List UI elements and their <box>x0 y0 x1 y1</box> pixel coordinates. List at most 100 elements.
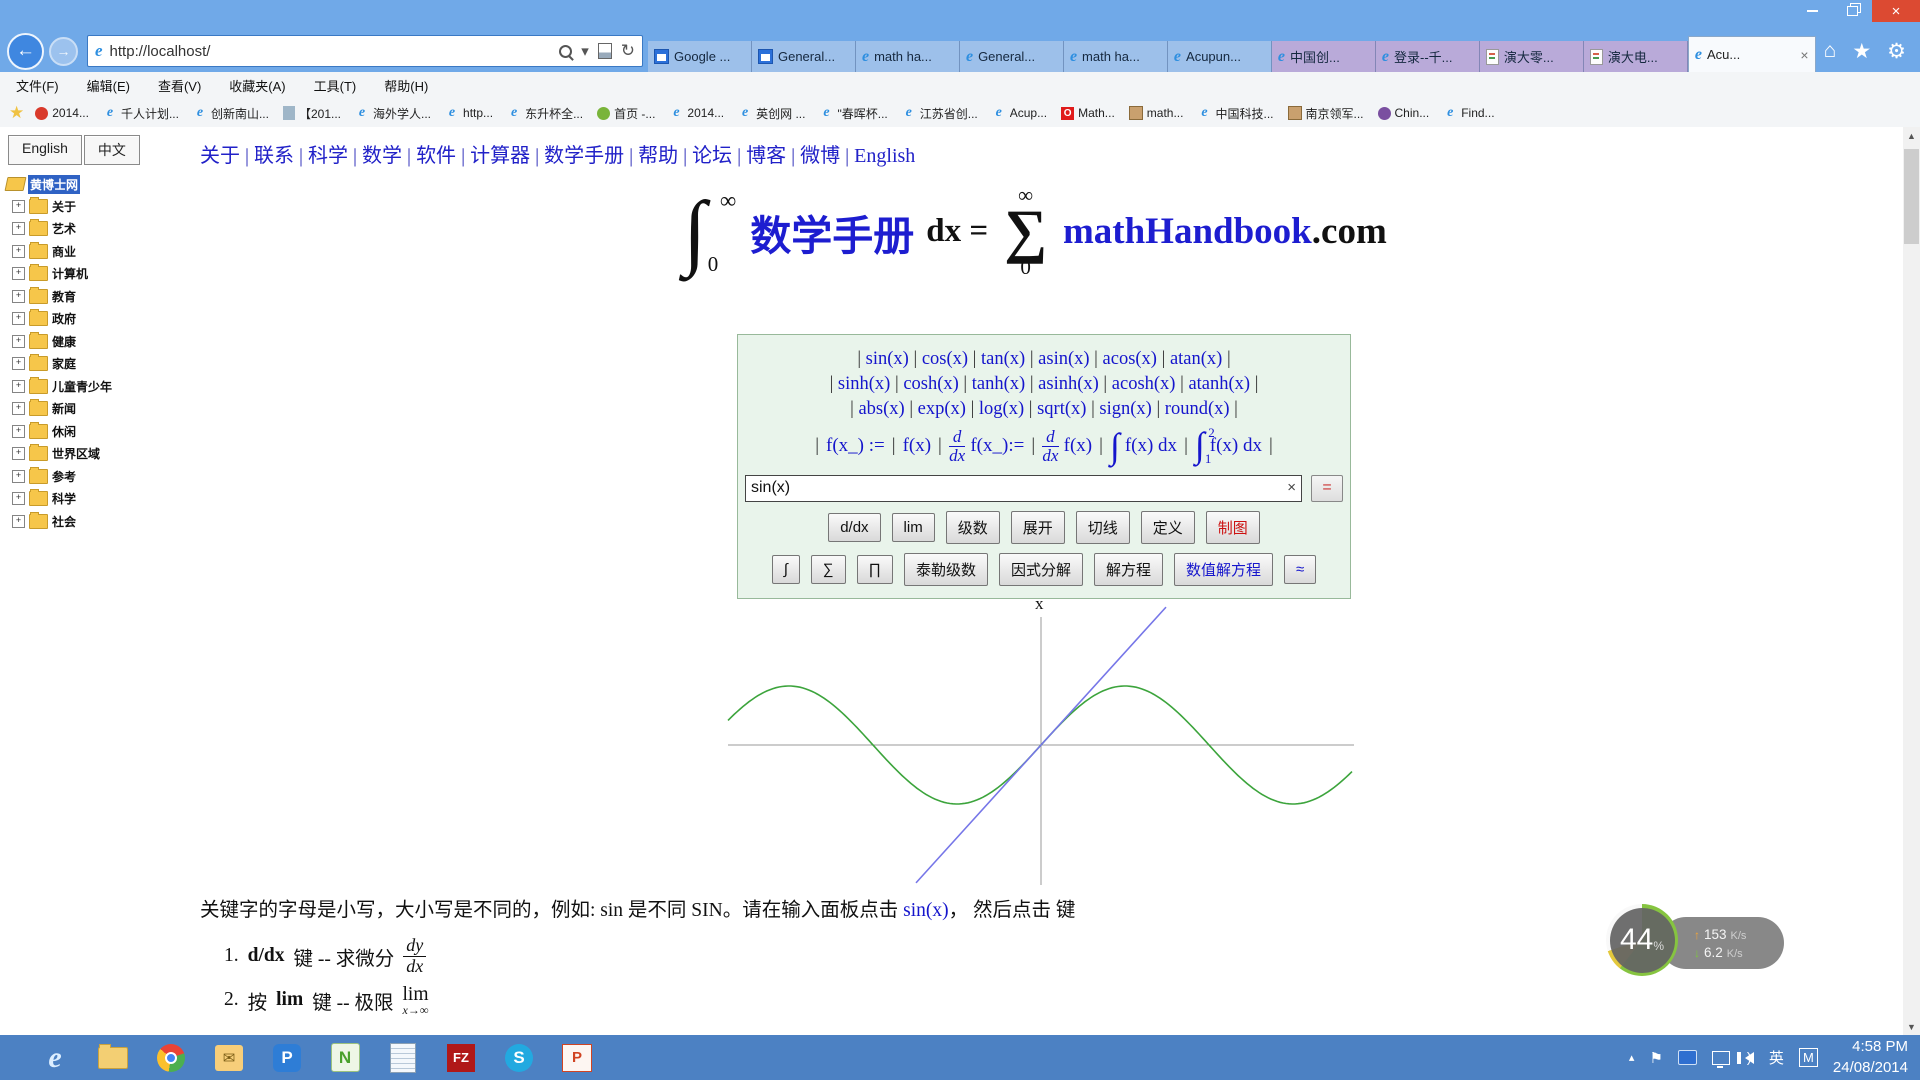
function-link[interactable]: acosh(x) <box>1112 374 1176 394</box>
tray-expand-icon[interactable]: ▴ <box>1629 1051 1635 1064</box>
panel-button[interactable]: 制图 <box>1206 511 1260 544</box>
browser-tab[interactable]: Acupun... <box>1168 41 1272 72</box>
browser-tab[interactable]: 演大电... <box>1584 41 1688 72</box>
function-link[interactable]: asinh(x) <box>1038 374 1099 394</box>
favorite-item[interactable]: http... <box>438 105 500 122</box>
ime-indicator[interactable]: M <box>1799 1048 1818 1067</box>
site-nav-link[interactable]: 科学 <box>308 145 348 167</box>
panel-button[interactable]: ∑ <box>811 555 846 584</box>
panel-button[interactable]: d/dx <box>828 513 880 542</box>
panel-button[interactable]: 泰勒级数 <box>904 553 988 586</box>
refresh-icon[interactable]: ↻ <box>621 41 635 61</box>
back-button[interactable]: ← <box>7 33 44 70</box>
function-link[interactable]: log(x) <box>979 399 1024 419</box>
favorite-item[interactable]: 2014... <box>662 105 731 122</box>
site-nav-link[interactable]: 计算器 <box>470 145 530 167</box>
panel-button[interactable]: lim <box>892 513 935 542</box>
browser-tab[interactable]: 演大零... <box>1480 41 1584 72</box>
speed-widget[interactable]: ↑ 153 K/s ↓ 6.2 K/s 44 % <box>1606 904 1826 986</box>
function-link[interactable]: sqrt(x) <box>1037 399 1086 419</box>
favorite-item[interactable]: 东升杯全... <box>500 105 590 122</box>
panel-button[interactable]: ≈ <box>1284 555 1316 584</box>
taskbar-app-icon[interactable] <box>374 1035 432 1080</box>
tree-item[interactable]: + 科学 <box>12 488 191 511</box>
favorite-item[interactable]: 千人计划... <box>96 105 186 122</box>
search-icon[interactable] <box>559 45 572 58</box>
scroll-up-icon[interactable]: ▲ <box>1903 127 1920 144</box>
taskbar-app-icon[interactable]: P <box>258 1035 316 1080</box>
tree-item[interactable]: + 参考 <box>12 465 191 488</box>
search-dropdown-caret-icon[interactable]: ▾ <box>581 42 589 60</box>
taskbar-app-icon[interactable]: P <box>548 1035 606 1080</box>
browser-tab[interactable]: General... <box>960 41 1064 72</box>
close-button[interactable]: × <box>1872 0 1920 22</box>
menu-item[interactable]: 编辑(E) <box>87 76 130 95</box>
panel-button[interactable]: ∫ <box>772 555 800 584</box>
restore-button[interactable] <box>1832 0 1872 22</box>
brand-name[interactable]: mathHandbook <box>1063 210 1312 253</box>
function-link[interactable]: cos(x) <box>922 349 968 369</box>
expand-icon[interactable]: + <box>12 380 25 393</box>
site-nav-link[interactable]: English <box>854 145 915 167</box>
taskbar-app-icon[interactable] <box>142 1035 200 1080</box>
expand-icon[interactable]: + <box>12 222 25 235</box>
tree-item[interactable]: + 家庭 <box>12 353 191 376</box>
site-nav-link[interactable]: 数学手册 <box>544 145 624 167</box>
function-link[interactable]: sinh(x) <box>838 374 890 394</box>
browser-tab[interactable]: 中国创... <box>1272 41 1376 72</box>
language-tab[interactable]: 中文 <box>84 135 140 165</box>
taskbar-app-icon[interactable]: ✉ <box>200 1035 258 1080</box>
browser-tab[interactable]: Google ... <box>648 41 752 72</box>
panel-button[interactable]: 展开 <box>1011 511 1065 544</box>
browser-tab[interactable]: Acu... × <box>1688 36 1816 72</box>
language-indicator[interactable]: 英 <box>1769 1047 1784 1068</box>
favorite-item[interactable]: 南京领军... <box>1281 105 1371 122</box>
site-nav-link[interactable]: 博客 <box>746 145 786 167</box>
tree-item[interactable]: + 新闻 <box>12 398 191 421</box>
settings-gear-icon[interactable]: ⚙ <box>1887 39 1906 64</box>
compatibility-view-icon[interactable] <box>598 43 612 59</box>
favorite-item[interactable]: 2014... <box>28 105 96 122</box>
expand-icon[interactable]: + <box>12 447 25 460</box>
sinx-inline-link[interactable]: sin(x) <box>903 900 949 921</box>
favorite-item[interactable]: "春晖杯... <box>812 105 894 122</box>
browser-tab[interactable]: General... <box>752 41 856 72</box>
derivative-define-link[interactable]: ddx f(x_):= <box>949 428 1024 465</box>
expand-icon[interactable]: + <box>12 425 25 438</box>
site-nav-link[interactable]: 微博 <box>800 145 840 167</box>
function-link[interactable]: exp(x) <box>918 399 966 419</box>
favorite-item[interactable]: 首页 -... <box>590 105 662 122</box>
favorites-bar-star-icon[interactable]: ★ <box>9 103 24 123</box>
tree-item[interactable]: + 政府 <box>12 308 191 331</box>
tree-item[interactable]: + 社会 <box>12 510 191 533</box>
function-link[interactable]: tan(x) <box>981 349 1025 369</box>
tree-root-label[interactable]: 黄博士网 <box>28 175 80 194</box>
expand-icon[interactable]: + <box>12 470 25 483</box>
menu-item[interactable]: 帮助(H) <box>384 76 428 95</box>
address-bar[interactable]: e http://localhost/ ▾ ↻ <box>87 35 643 67</box>
expand-icon[interactable]: + <box>12 245 25 258</box>
integral-link[interactable]: ∫ f(x) dx <box>1110 430 1177 462</box>
menu-item[interactable]: 文件(F) <box>16 76 59 95</box>
derivative-link[interactable]: ddx f(x) <box>1042 428 1092 465</box>
tree-item[interactable]: + 健康 <box>12 330 191 353</box>
favorite-item[interactable]: 英创网 ... <box>731 105 812 122</box>
favorite-item[interactable]: math... <box>1122 105 1191 122</box>
panel-button[interactable]: 因式分解 <box>999 553 1083 586</box>
menu-item[interactable]: 工具(T) <box>314 76 357 95</box>
function-link[interactable]: atan(x) <box>1170 349 1222 369</box>
function-link[interactable]: atanh(x) <box>1188 374 1250 394</box>
expand-icon[interactable]: + <box>12 335 25 348</box>
expand-icon[interactable]: + <box>12 200 25 213</box>
favorites-star-icon[interactable]: ★ <box>1852 39 1871 64</box>
function-link[interactable]: acos(x) <box>1103 349 1157 369</box>
taskbar-app-icon[interactable]: e <box>26 1035 84 1080</box>
function-link[interactable]: cosh(x) <box>903 374 958 394</box>
panel-button[interactable]: 数值解方程 <box>1174 553 1273 586</box>
tab-close-icon[interactable]: × <box>1800 47 1808 63</box>
expand-icon[interactable]: + <box>12 402 25 415</box>
tree-item[interactable]: + 世界区域 <box>12 443 191 466</box>
panel-button[interactable]: 定义 <box>1141 511 1195 544</box>
function-link[interactable]: tanh(x) <box>972 374 1025 394</box>
browser-tab[interactable]: math ha... <box>1064 41 1168 72</box>
